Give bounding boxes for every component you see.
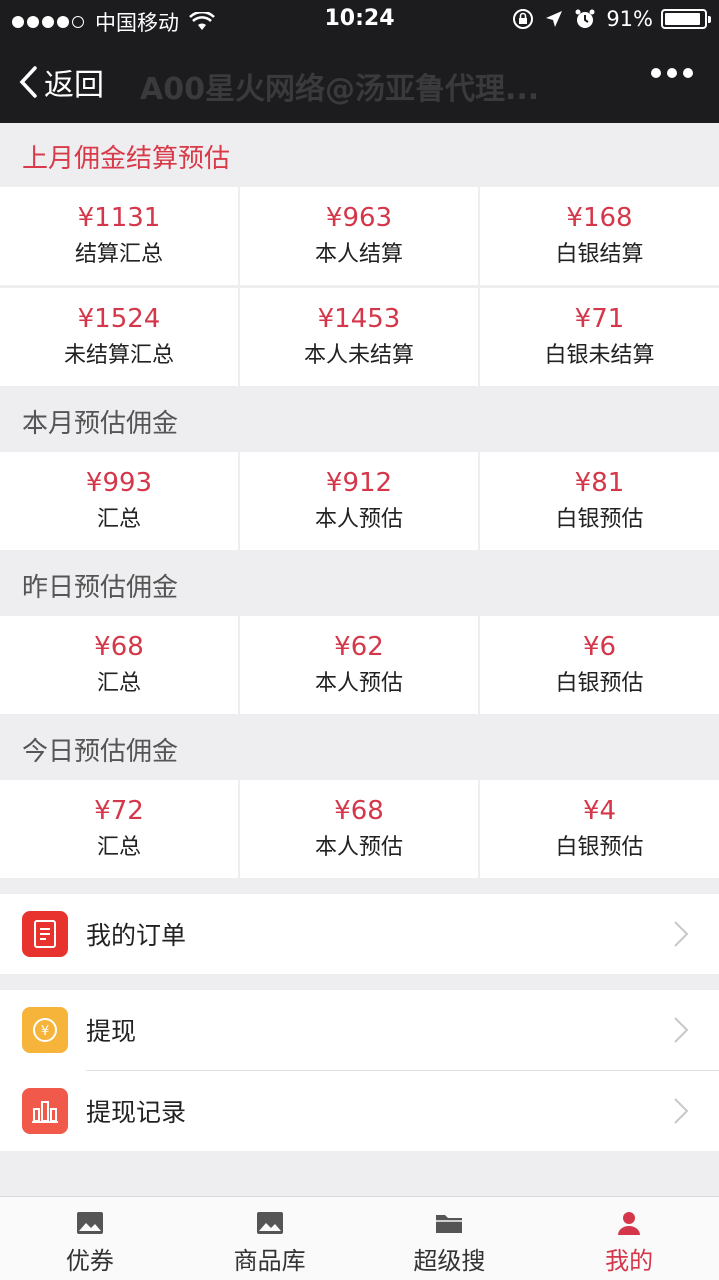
stat-cell[interactable]: ¥81 白银预估 bbox=[480, 452, 719, 550]
stat-value: ¥168 bbox=[566, 203, 633, 233]
stat-cell[interactable]: ¥71 白银未结算 bbox=[480, 288, 719, 386]
stat-cell[interactable]: ¥963 本人结算 bbox=[240, 187, 478, 285]
menu-group-orders: 我的订单 bbox=[0, 894, 719, 974]
stat-value: ¥68 bbox=[334, 796, 384, 826]
stat-value: ¥62 bbox=[334, 632, 384, 662]
stat-value: ¥71 bbox=[574, 304, 625, 334]
stat-value: ¥4 bbox=[582, 796, 617, 826]
stat-value: ¥1453 bbox=[317, 304, 401, 334]
chevron-left-icon bbox=[19, 66, 37, 98]
commission-content: 上月佣金结算预估 ¥1131 结算汇总 ¥963 本人结算 ¥168 白银结算 ¥15… bbox=[0, 123, 719, 1151]
stat-cell[interactable]: ¥912 本人预估 bbox=[240, 452, 478, 550]
page-title: A00星火网络@汤亚鲁代理... bbox=[140, 72, 540, 107]
menu-item-withdraw-records[interactable]: 提现记录 bbox=[0, 1071, 719, 1151]
stat-label: 本人预估 bbox=[314, 507, 403, 532]
menu-group-withdraw: ¥ 提现 提现记录 bbox=[0, 990, 719, 1151]
stat-cell[interactable]: ¥68 本人预估 bbox=[240, 780, 478, 878]
stat-cell[interactable]: ¥993 汇总 bbox=[0, 452, 238, 550]
status-right: 91% bbox=[512, 7, 711, 31]
rotation-lock-icon bbox=[512, 8, 534, 30]
tab-label: 优券 bbox=[65, 1247, 114, 1275]
image-icon bbox=[180, 1209, 360, 1237]
more-dot bbox=[683, 68, 693, 78]
folder-icon bbox=[360, 1209, 540, 1237]
alarm-icon bbox=[574, 8, 596, 30]
stat-label: 本人预估 bbox=[314, 835, 403, 860]
stat-cell[interactable]: ¥4 白银预估 bbox=[480, 780, 719, 878]
stat-value: ¥72 bbox=[94, 796, 144, 826]
svg-text:¥: ¥ bbox=[41, 1024, 49, 1039]
tab-products[interactable]: 商品库 bbox=[180, 1197, 360, 1280]
stat-label: 白银预估 bbox=[555, 835, 644, 860]
tab-mine[interactable]: 我的 bbox=[539, 1197, 719, 1280]
tab-coupons[interactable]: 优券 bbox=[0, 1197, 180, 1280]
menu-label: 提现记录 bbox=[86, 1098, 187, 1127]
stat-label: 本人结算 bbox=[314, 242, 403, 267]
menu-item-my-orders[interactable]: 我的订单 bbox=[0, 894, 719, 974]
grid-today: ¥72 汇总 ¥68 本人预估 ¥4 白银预估 bbox=[0, 780, 719, 878]
section-title-this-month: 本月预估佣金 bbox=[22, 409, 179, 439]
bar-chart-icon bbox=[22, 1088, 68, 1134]
user-icon bbox=[539, 1209, 719, 1237]
menu-label: 我的订单 bbox=[86, 921, 187, 950]
stat-value: ¥6 bbox=[582, 632, 617, 662]
more-dot bbox=[667, 68, 677, 78]
stat-label: 本人未结算 bbox=[303, 343, 414, 368]
coin-icon: ¥ bbox=[22, 1007, 68, 1053]
stat-label: 未结算汇总 bbox=[63, 343, 174, 368]
stat-cell[interactable]: ¥1524 未结算汇总 bbox=[0, 288, 238, 386]
stat-label: 白银结算 bbox=[555, 242, 644, 267]
battery-percent: 91% bbox=[606, 7, 653, 31]
chevron-right-icon bbox=[674, 1017, 689, 1043]
menu-label: 提现 bbox=[86, 1017, 137, 1046]
stat-label: 汇总 bbox=[96, 671, 141, 696]
stat-cell[interactable]: ¥72 汇总 bbox=[0, 780, 238, 878]
tab-label: 我的 bbox=[605, 1247, 654, 1275]
tab-label: 超级搜 bbox=[413, 1247, 486, 1275]
stat-cell[interactable]: ¥1131 结算汇总 bbox=[0, 187, 238, 285]
chevron-right-icon bbox=[674, 1098, 689, 1124]
stat-cell[interactable]: ¥62 本人预估 bbox=[240, 616, 478, 714]
stat-cell[interactable]: ¥6 白银预估 bbox=[480, 616, 719, 714]
grid-yesterday: ¥68 汇总 ¥62 本人预估 ¥6 白银预估 bbox=[0, 616, 719, 714]
image-icon bbox=[0, 1209, 180, 1237]
section-title-yesterday: 昨日预估佣金 bbox=[22, 573, 179, 603]
order-icon bbox=[22, 911, 68, 957]
stat-value: ¥912 bbox=[325, 468, 393, 498]
grid-last-month: ¥1131 结算汇总 ¥963 本人结算 ¥168 白银结算 ¥1524 未结算汇总 ¥… bbox=[0, 187, 719, 386]
status-bar: 中国移动 10:24 91% bbox=[0, 0, 719, 40]
stat-label: 白银预估 bbox=[555, 671, 644, 696]
menu-item-withdraw[interactable]: ¥ 提现 bbox=[0, 990, 719, 1070]
tab-label: 商品库 bbox=[233, 1247, 306, 1275]
chevron-right-icon bbox=[674, 921, 689, 947]
stat-value: ¥1524 bbox=[77, 304, 161, 334]
section-title-last-month: 上月佣金结算预估 bbox=[22, 144, 231, 174]
more-button[interactable] bbox=[645, 68, 693, 78]
location-icon bbox=[544, 9, 564, 29]
grid-this-month: ¥993 汇总 ¥912 本人预估 ¥81 白银预估 bbox=[0, 452, 719, 550]
stat-cell[interactable]: ¥1453 本人未结算 bbox=[240, 288, 478, 386]
stat-label: 汇总 bbox=[96, 835, 141, 860]
stat-label: 白银预估 bbox=[555, 507, 644, 532]
stat-value: ¥68 bbox=[94, 632, 144, 662]
nav-bar: 返回 A00星火网络@汤亚鲁代理... bbox=[0, 40, 719, 123]
back-button[interactable]: 返回 bbox=[18, 60, 104, 104]
stat-value: ¥993 bbox=[85, 468, 153, 498]
stat-label: 本人预估 bbox=[314, 671, 403, 696]
stat-label: 白银未结算 bbox=[544, 343, 655, 368]
tab-bar: 优券 商品库 超级搜 我的 bbox=[0, 1196, 719, 1280]
stat-cell[interactable]: ¥168 白银结算 bbox=[480, 187, 719, 285]
more-dot bbox=[651, 68, 661, 78]
section-title-today: 今日预估佣金 bbox=[22, 737, 179, 767]
stat-value: ¥81 bbox=[574, 468, 625, 498]
battery-icon bbox=[661, 9, 711, 29]
stat-cell[interactable]: ¥68 汇总 bbox=[0, 616, 238, 714]
stat-label: 结算汇总 bbox=[74, 242, 163, 267]
battery-level bbox=[665, 13, 700, 25]
stat-value: ¥1131 bbox=[77, 203, 161, 233]
stat-label: 汇总 bbox=[96, 507, 141, 532]
stat-value: ¥963 bbox=[325, 203, 393, 233]
back-label: 返回 bbox=[44, 68, 104, 103]
tab-super-search[interactable]: 超级搜 bbox=[360, 1197, 540, 1280]
